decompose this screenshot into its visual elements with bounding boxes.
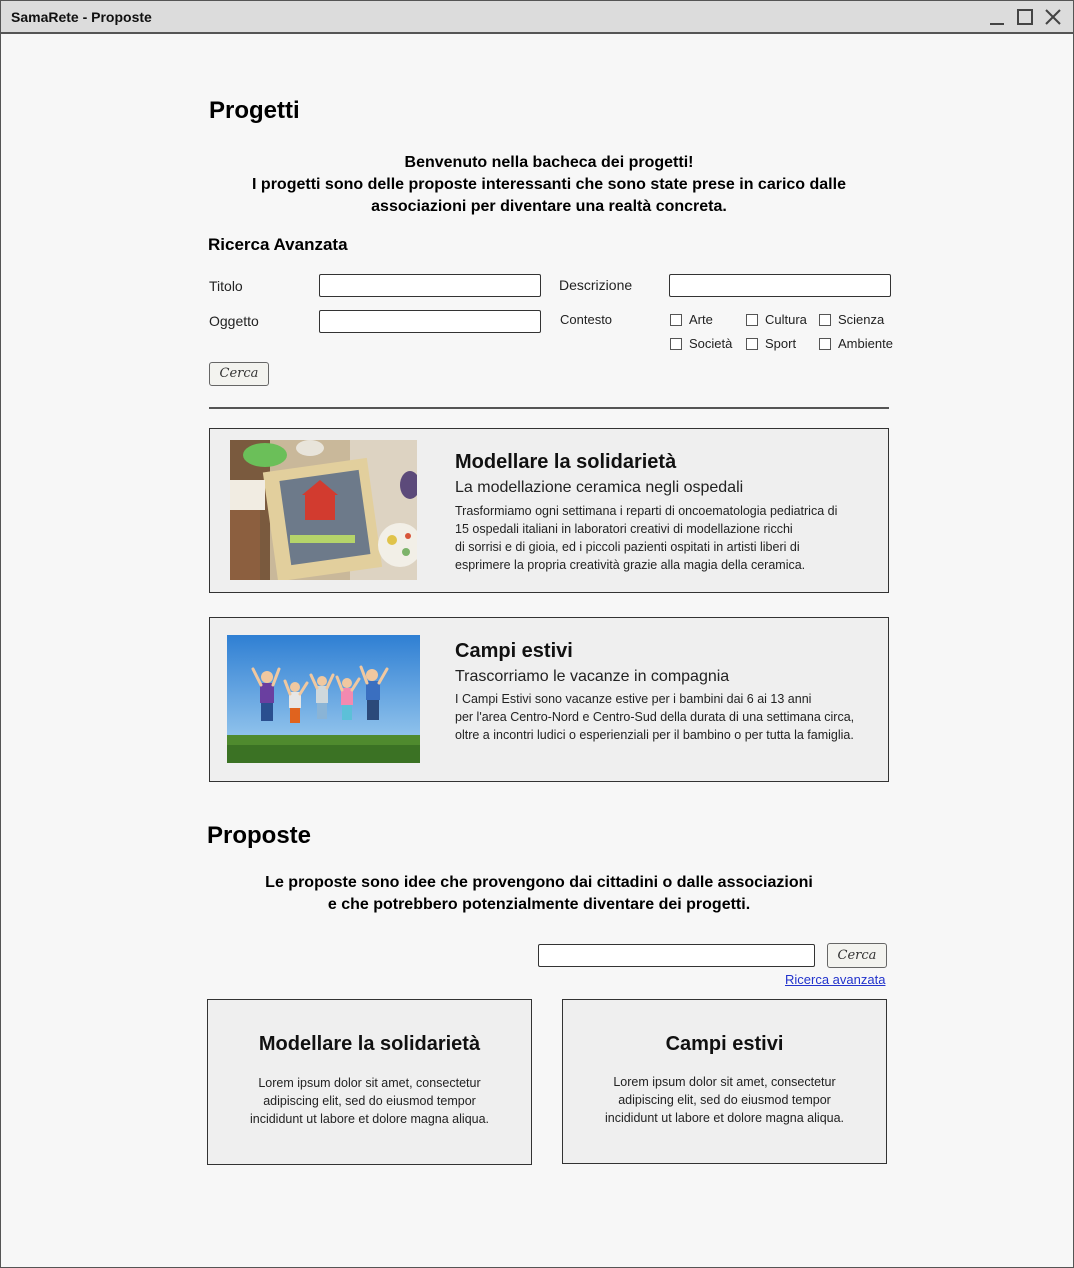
- project-subtitle: La modellazione ceramica negli ospedali: [455, 479, 744, 496]
- context-label: Cultura: [765, 312, 807, 327]
- context-label: Società: [689, 336, 733, 351]
- context-checkbox-ambiente[interactable]: Ambiente: [819, 336, 893, 351]
- context-checkbox-cultura[interactable]: Cultura: [746, 312, 807, 327]
- proposal-description-line: adipiscing elit, sed do eiusmod tempor: [618, 1093, 831, 1107]
- project-description-line: oltre a incontri ludici o esperienziali …: [455, 728, 854, 742]
- project-title[interactable]: Modellare la solidarietà: [455, 451, 676, 474]
- project-card[interactable]: Modellare la solidarietà La modellazione…: [209, 428, 889, 593]
- proposal-description-line: incididunt ut labore et dolore magna ali…: [604, 1111, 845, 1125]
- project-subtitle: Trascorriamo le vacanze in compagnia: [455, 668, 730, 685]
- context-label: Arte: [689, 312, 713, 327]
- proposte-intro-line: e che potrebbero potenzialmente diventar…: [327, 896, 751, 913]
- contesto-label: Contesto: [560, 312, 613, 327]
- app-window: SamaRete - Proposte Progetti Benvenuto n…: [0, 0, 1074, 1268]
- proposal-description-line: Lorem ipsum dolor sit amet, consectetur: [258, 1076, 481, 1090]
- proposte-search-input[interactable]: [538, 944, 815, 967]
- minimize-icon[interactable]: [987, 7, 1007, 27]
- context-checkbox-sport[interactable]: Sport: [746, 336, 796, 351]
- title-bar: SamaRete - Proposte: [1, 1, 1073, 34]
- progetti-intro-line: associazioni per diventare una realtà co…: [371, 198, 727, 215]
- titolo-label: Titolo: [209, 278, 243, 294]
- proposal-description: Lorem ipsum dolor sit amet, consectetur …: [238, 1074, 501, 1128]
- section-divider: [209, 407, 889, 409]
- progetti-heading: Progetti: [209, 97, 300, 124]
- proposal-title[interactable]: Campi estivi: [563, 1033, 886, 1056]
- context-label: Scienza: [838, 312, 885, 327]
- project-title[interactable]: Campi estivi: [455, 640, 573, 663]
- descrizione-input[interactable]: [669, 274, 891, 297]
- context-checkbox-scienza[interactable]: Scienza: [819, 312, 884, 327]
- proposal-card[interactable]: Campi estivi Lorem ipsum dolor sit amet,…: [562, 999, 887, 1164]
- proposal-description: Lorem ipsum dolor sit amet, consectetur …: [593, 1073, 856, 1127]
- project-description-line: I Campi Estivi sono vacanze estive per i…: [455, 692, 812, 706]
- close-icon[interactable]: [1043, 7, 1063, 27]
- checkbox-icon[interactable]: [670, 337, 682, 350]
- context-checkbox-arte[interactable]: Arte: [670, 312, 713, 327]
- proposte-heading: Proposte: [207, 822, 312, 849]
- window-title: SamaRete - Proposte: [11, 9, 152, 25]
- checkbox-icon[interactable]: [746, 337, 758, 350]
- project-image-summer-camp: [227, 635, 420, 763]
- project-description-line: di sorrisi e di gioia, ed i piccoli pazi…: [455, 540, 800, 554]
- project-description: I Campi Estivi sono vacanze estive per i…: [455, 690, 883, 744]
- advanced-search-button[interactable]: Cerca: [209, 362, 269, 386]
- proposte-search-button[interactable]: Cerca: [827, 943, 887, 968]
- proposal-description-line: adipiscing elit, sed do eiusmod tempor: [263, 1094, 476, 1108]
- context-label: Sport: [765, 336, 797, 351]
- proposal-description-line: Lorem ipsum dolor sit amet, consectetur: [613, 1075, 836, 1089]
- project-card[interactable]: Campi estivi Trascorriamo le vacanze in …: [209, 617, 889, 782]
- checkbox-icon[interactable]: [670, 313, 682, 326]
- advanced-search-link[interactable]: Ricerca avanzata: [785, 972, 885, 987]
- titolo-input[interactable]: [319, 274, 541, 297]
- proposte-intro-line: Le proposte sono idee che provengono dai…: [265, 874, 813, 891]
- checkbox-icon[interactable]: [819, 337, 831, 350]
- project-description-line: per l'area Centro-Nord e Centro-Sud dell…: [455, 710, 855, 724]
- checkbox-icon[interactable]: [746, 313, 758, 326]
- progetti-intro-line: Benvenuto nella bacheca dei progetti!: [404, 154, 694, 171]
- project-description-line: 15 ospedali italiani in laboratori creat…: [455, 522, 793, 536]
- oggetto-input[interactable]: [319, 310, 541, 333]
- advanced-search-heading: Ricerca Avanzata: [208, 235, 348, 254]
- project-description-line: Trasformiamo ogni settimana i reparti di…: [455, 504, 838, 518]
- progetti-intro-line: I progetti sono delle proposte interessa…: [252, 176, 846, 193]
- project-description-line: esprimere la propria creatività grazie a…: [455, 558, 806, 572]
- proposal-title[interactable]: Modellare la solidarietà: [208, 1033, 531, 1056]
- oggetto-label: Oggetto: [209, 313, 259, 329]
- project-description: Trasformiamo ogni settimana i reparti di…: [455, 502, 875, 574]
- progetti-intro: Benvenuto nella bacheca dei progetti! I …: [209, 152, 889, 218]
- context-checkbox-societa[interactable]: Società: [670, 336, 732, 351]
- maximize-icon[interactable]: [1015, 7, 1035, 27]
- proposal-description-line: incididunt ut labore et dolore magna ali…: [249, 1112, 490, 1126]
- context-label: Ambiente: [838, 336, 893, 351]
- proposte-intro: Le proposte sono idee che provengono dai…: [209, 872, 869, 916]
- proposal-card[interactable]: Modellare la solidarietà Lorem ipsum dol…: [207, 999, 532, 1165]
- checkbox-icon[interactable]: [819, 313, 831, 326]
- project-image-ceramics: [230, 440, 417, 580]
- descrizione-label: Descrizione: [559, 277, 633, 293]
